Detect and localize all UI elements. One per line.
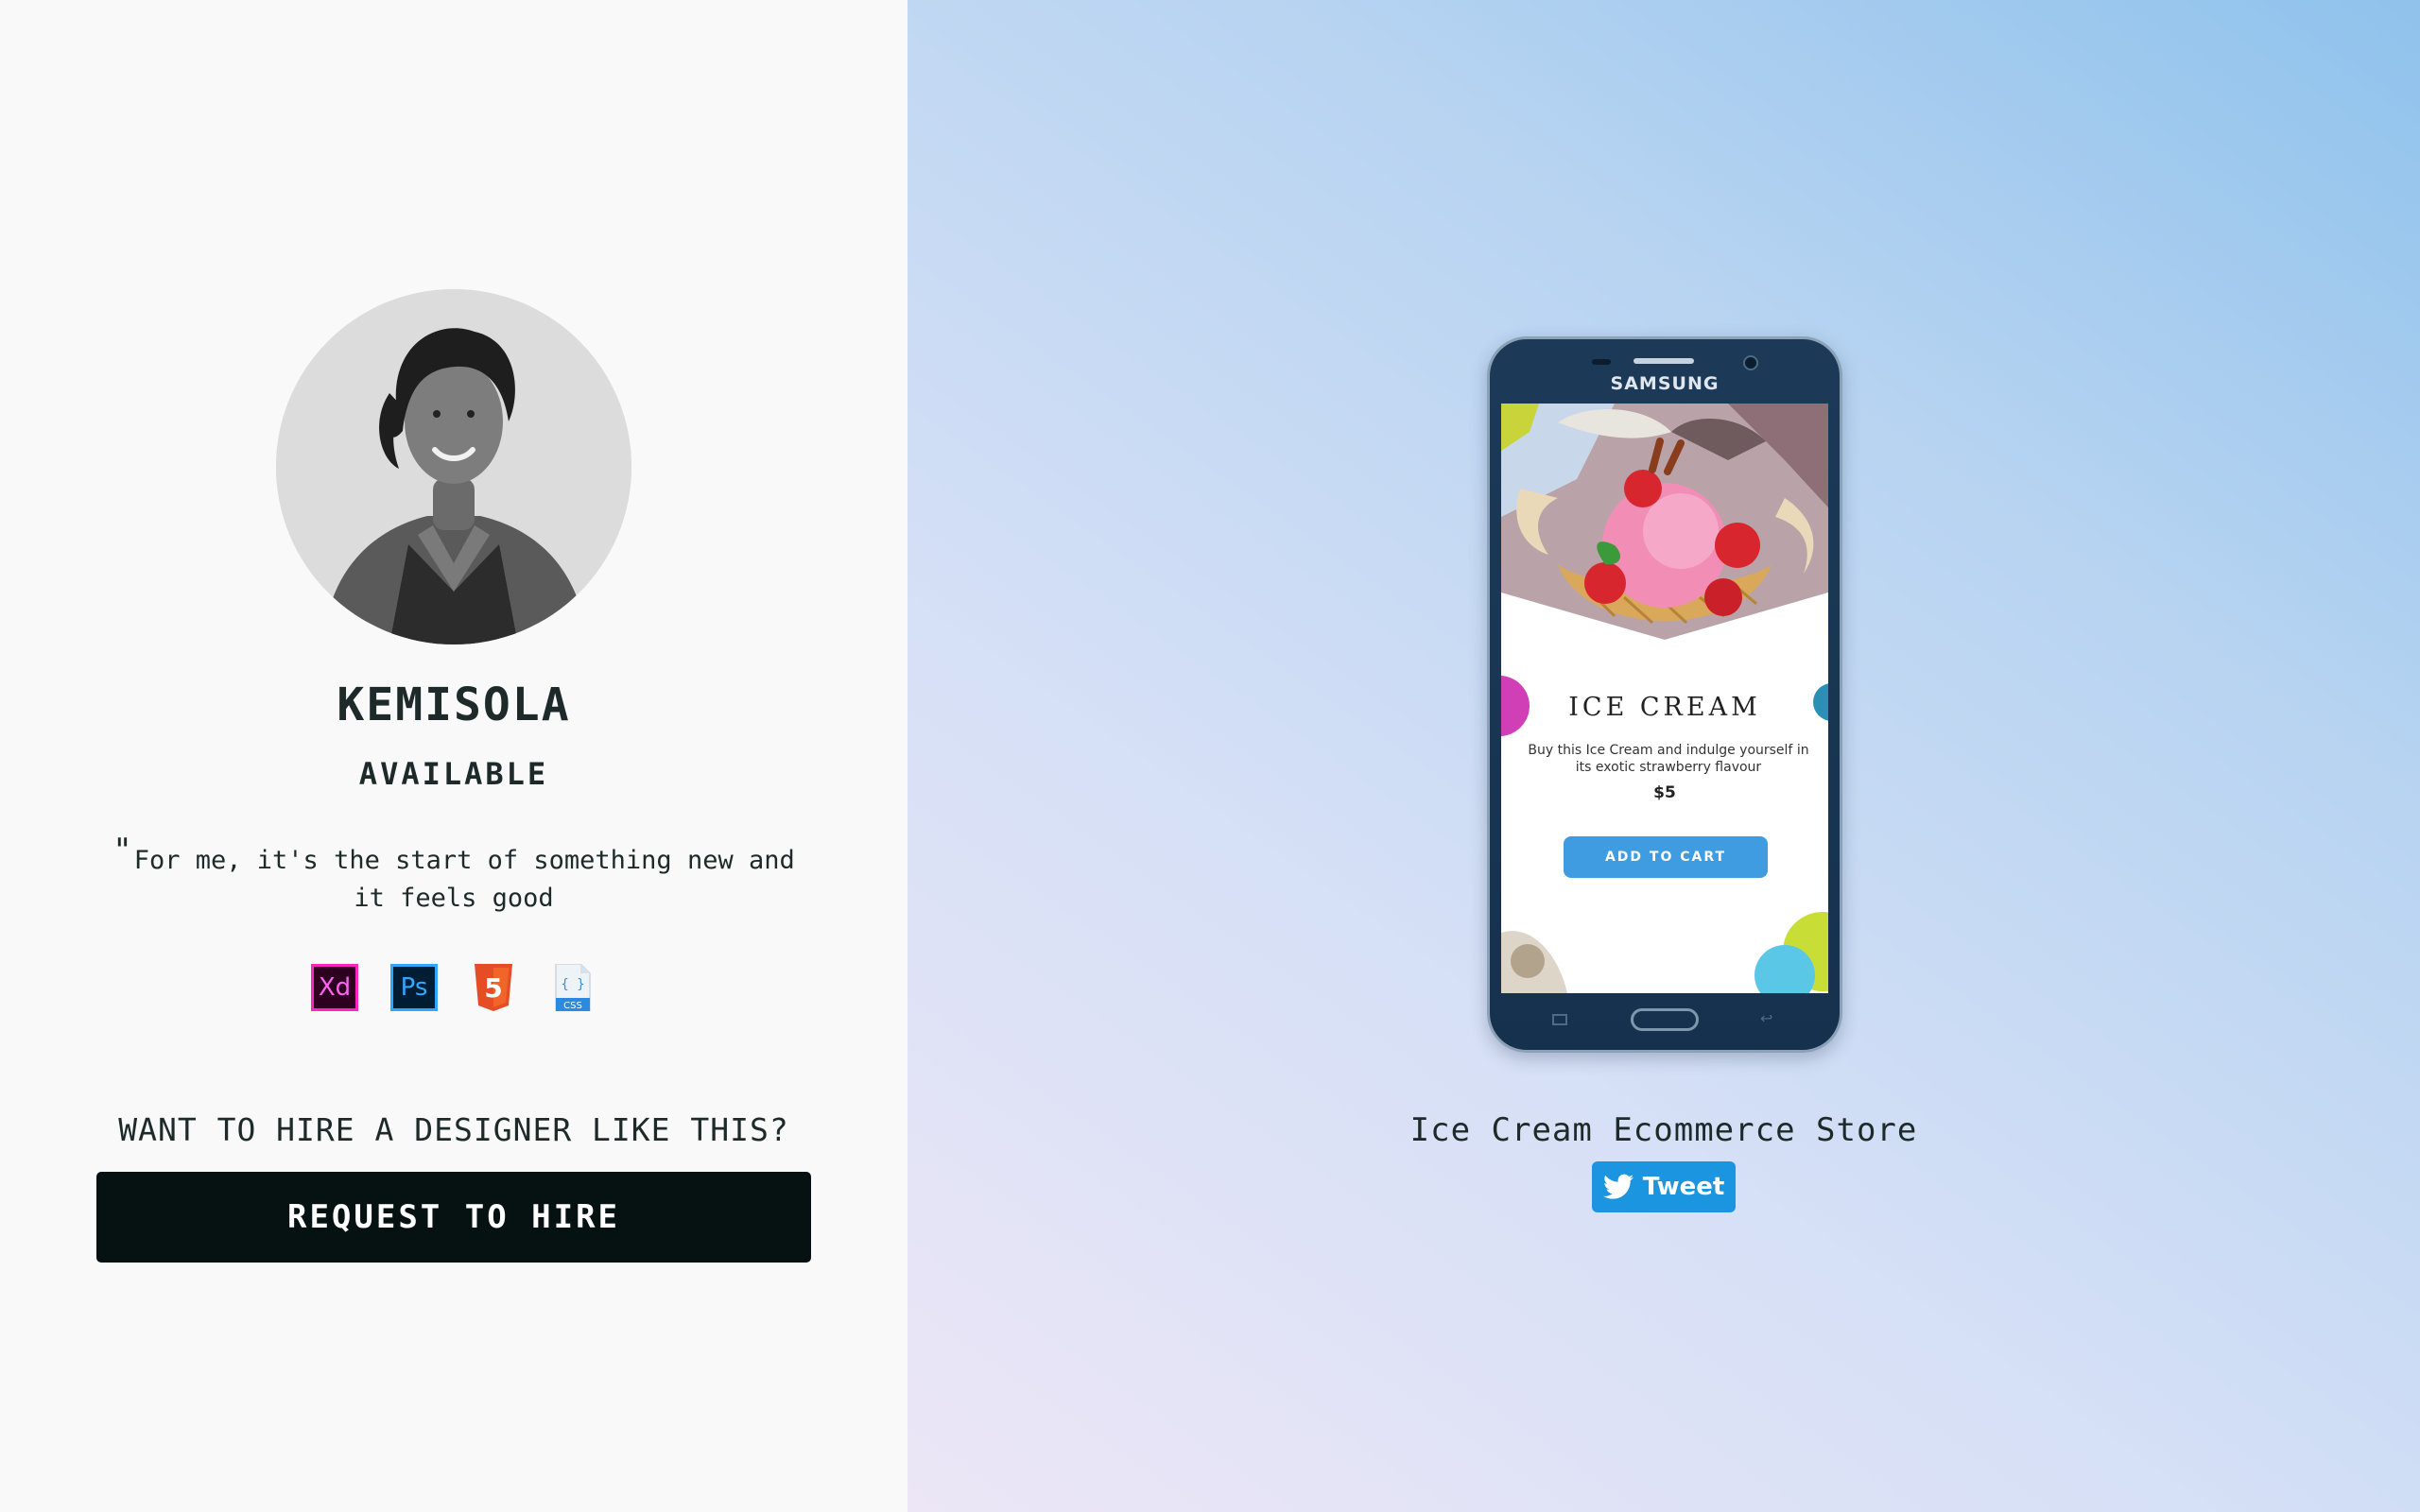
hire-prompt: WANT TO HIRE A DESIGNER LIKE THIS? [118,1111,789,1148]
screen-product-price: $5 [1653,783,1676,802]
html5-label: 5 [484,972,502,1004]
phone-camera-icon [1743,355,1758,370]
project-title: Ice Cream Ecommerce Store [1409,1111,1918,1149]
avatar [276,289,631,644]
twitter-bird-icon [1602,1174,1634,1199]
photoshop-label: Ps [390,964,438,1011]
quote-text: For me, it's the start of something new … [133,846,795,913]
request-to-hire-button[interactable]: REQUEST TO HIRE [96,1172,811,1263]
back-icon: ↩ [1760,1009,1773,1027]
phone-speaker [1634,358,1694,364]
phone-brand: SAMSUNG [1610,373,1720,394]
avatar-photo [276,289,631,644]
screen-add-to-cart-button: ADD TO CART [1564,836,1768,878]
tweet-label: Tweet [1642,1173,1725,1201]
designer-name: KEMISOLA [337,679,571,731]
recent-apps-icon [1552,1014,1567,1025]
css-file-icon: { } CSS [549,964,596,1011]
screen-product-title: ICE CREAM [1568,693,1761,722]
css-sub-label: CSS [563,1001,582,1011]
css-braces-label: { } [561,977,584,992]
availability-status: AVAILABLE [358,756,549,792]
designer-quote: "For me, it's the start of something new… [95,832,813,918]
html5-icon: 5 [470,964,517,1011]
designer-profile-panel: KEMISOLA AVAILABLE "For me, it's the sta… [0,0,908,1512]
quote-mark: " [112,832,132,869]
phone-mockup: SAMSUNG ICE CREAM Buy this Ice Cream and… [1487,336,1842,1053]
phone-home-button [1631,1008,1699,1031]
phone-sensor [1592,359,1611,365]
tweet-button[interactable]: Tweet [1592,1161,1736,1212]
adobe-xd-label: Xd [311,964,358,1011]
html5-shield-icon: 5 [475,964,512,1011]
adobe-xd-icon: Xd [311,964,358,1011]
screen-product-description: Buy this Ice Cream and indulge yourself … [1528,743,1809,775]
css-file-graphic: { } CSS [555,964,591,1011]
photoshop-icon: Ps [390,964,438,1011]
app-screen: ICE CREAM Buy this Ice Cream and indulge… [1501,404,1828,993]
tool-icons: Xd Ps 5 { } CSS [0,964,908,1011]
